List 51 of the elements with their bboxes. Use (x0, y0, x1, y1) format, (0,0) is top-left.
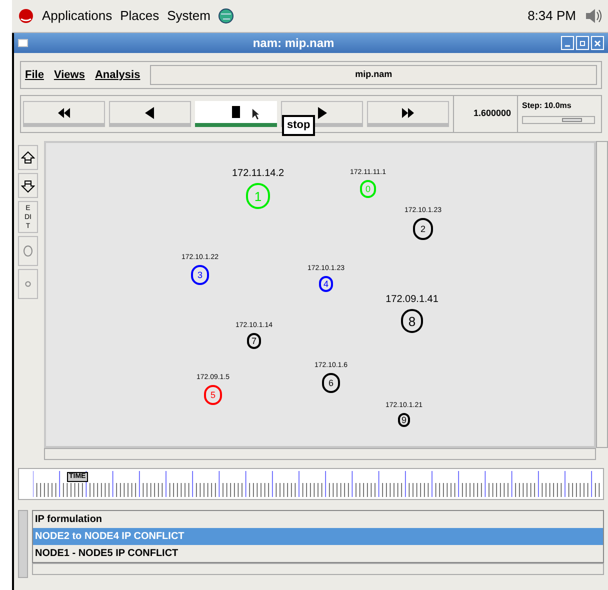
menu-item[interactable]: Analysis (94, 66, 140, 84)
maximize-button[interactable] (576, 36, 589, 50)
slider-thumb[interactable] (562, 118, 582, 122)
horizontal-scrollbar[interactable] (44, 448, 596, 460)
annotation-row[interactable]: NODE1 - NODE5 IP CONFLICT (33, 545, 603, 562)
back-button[interactable] (109, 101, 191, 127)
file-name-field: mip.nam (150, 65, 597, 85)
network-node[interactable]: 3 (191, 265, 209, 285)
network-node[interactable]: 7 (247, 333, 261, 349)
zoom-out-button[interactable] (18, 173, 38, 198)
step-slider[interactable] (522, 116, 595, 124)
panel-menu[interactable]: System (167, 6, 210, 26)
menu-item[interactable]: File (25, 66, 44, 84)
panel-menu[interactable]: Places (120, 6, 160, 26)
panel-menu[interactable]: Applications (42, 6, 112, 26)
network-node[interactable]: 4 (319, 276, 333, 292)
network-node[interactable]: 2 (413, 218, 433, 240)
speaker-icon[interactable] (584, 7, 602, 25)
node-label: 172.09.1.41 (384, 295, 440, 305)
window-title: nam: mip.nam (252, 35, 336, 52)
vertical-scrollbar[interactable] (596, 141, 608, 448)
list-scrollbar[interactable] (18, 510, 28, 578)
annotation-row[interactable]: IP formulation (33, 511, 603, 528)
maximize-icon (579, 40, 586, 46)
close-button[interactable] (591, 36, 604, 50)
tooltip: stop (282, 115, 316, 136)
circle-icon (25, 281, 31, 287)
time-value: 1.600000 (453, 96, 513, 132)
mouse-cursor-icon (251, 107, 260, 121)
down-arrow-icon (21, 178, 35, 192)
clock: 8:34 PM (528, 7, 576, 26)
up-arrow-icon (21, 150, 35, 164)
rewind-button[interactable] (23, 101, 105, 127)
forward-button[interactable] (367, 101, 449, 127)
fast-forward-icon (400, 106, 416, 118)
network-node[interactable]: 6 (322, 373, 340, 393)
zoom-in-button[interactable] (18, 145, 38, 170)
small-node-tool-button[interactable] (18, 269, 38, 299)
node-label: 172.11.14.2 (230, 169, 286, 179)
step-label: Step: 10.0ms (522, 100, 572, 112)
stop-button[interactable] (195, 101, 277, 127)
list-horizontal-scrollbar[interactable] (32, 563, 604, 575)
close-icon (594, 40, 601, 46)
node-tool-button[interactable] (18, 236, 38, 266)
network-node[interactable]: 9 (398, 413, 410, 427)
minimize-button[interactable] (561, 36, 574, 50)
rewind-icon (56, 106, 72, 118)
network-node[interactable]: 8 (401, 309, 423, 333)
circle-icon (23, 245, 33, 257)
menu-item[interactable]: Views (54, 66, 85, 84)
hat-logo-icon (18, 8, 34, 24)
